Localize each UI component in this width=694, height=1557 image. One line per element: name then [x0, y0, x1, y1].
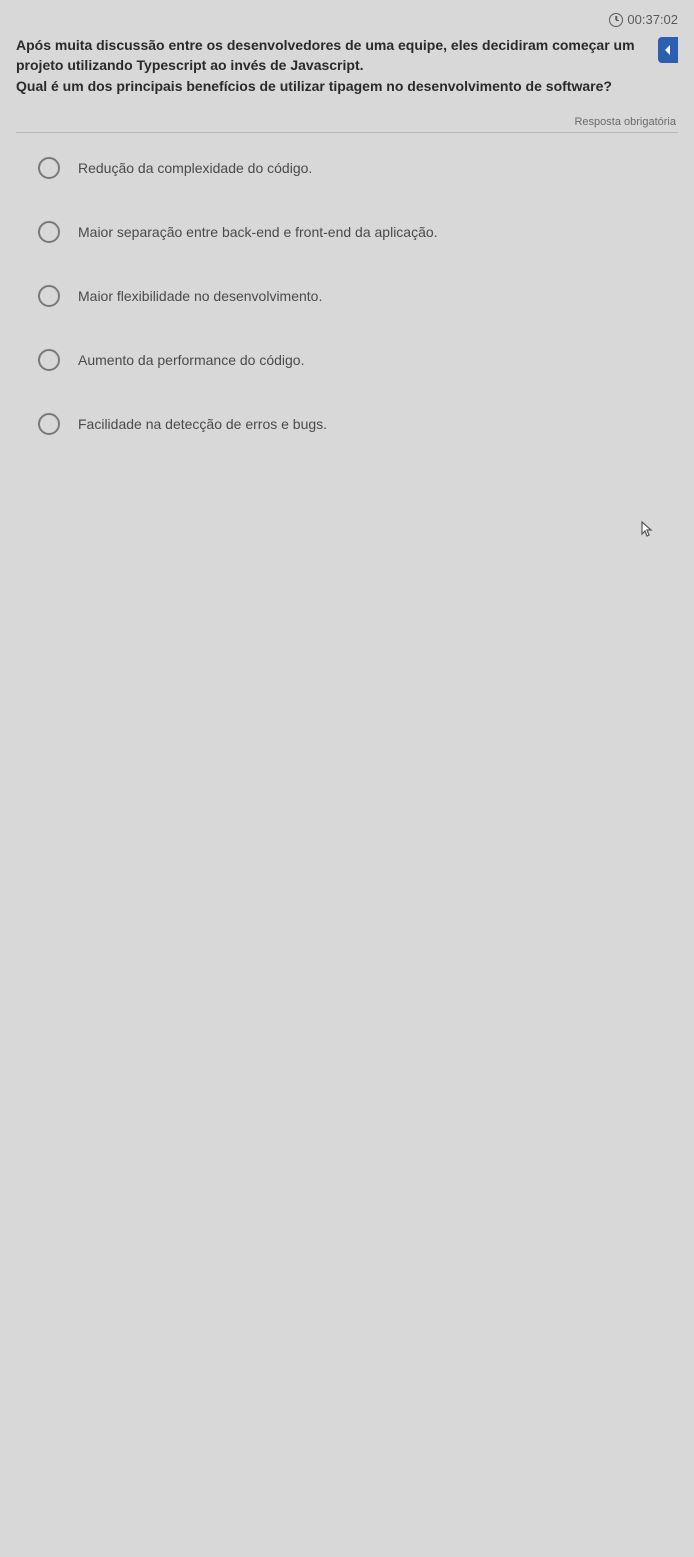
question-header: Após muita discussão entre os desenvolve… [16, 35, 678, 96]
option-3[interactable]: Maior flexibilidade no desenvolvimento. [38, 285, 678, 307]
option-4[interactable]: Aumento da performance do código. [38, 349, 678, 371]
timer-row: 00:37:02 [16, 12, 678, 27]
radio-icon [38, 221, 60, 243]
option-1[interactable]: Redução da complexidade do código. [38, 157, 678, 179]
option-label: Maior separação entre back-end e front-e… [78, 224, 438, 240]
option-5[interactable]: Facilidade na detecção de erros e bugs. [38, 413, 678, 435]
options-group: Redução da complexidade do código. Maior… [16, 157, 678, 435]
radio-icon [38, 349, 60, 371]
required-label: Resposta obrigatória [16, 116, 678, 128]
option-label: Facilidade na detecção de erros e bugs. [78, 416, 327, 432]
radio-icon [38, 285, 60, 307]
chevron-left-icon [663, 44, 673, 56]
question-text: Após muita discussão entre os desenvolve… [16, 35, 646, 96]
divider [16, 132, 678, 133]
nav-next-button[interactable] [658, 37, 678, 63]
clock-icon [609, 13, 623, 27]
option-label: Aumento da performance do código. [78, 352, 304, 368]
radio-icon [38, 157, 60, 179]
radio-icon [38, 413, 60, 435]
question-line2: Qual é um dos principais benefícios de u… [16, 78, 612, 94]
option-label: Redução da complexidade do código. [78, 160, 312, 176]
option-label: Maior flexibilidade no desenvolvimento. [78, 288, 322, 304]
cursor-icon [640, 520, 654, 543]
timer-value: 00:37:02 [627, 12, 678, 27]
option-2[interactable]: Maior separação entre back-end e front-e… [38, 221, 678, 243]
question-line1: Após muita discussão entre os desenvolve… [16, 37, 635, 73]
